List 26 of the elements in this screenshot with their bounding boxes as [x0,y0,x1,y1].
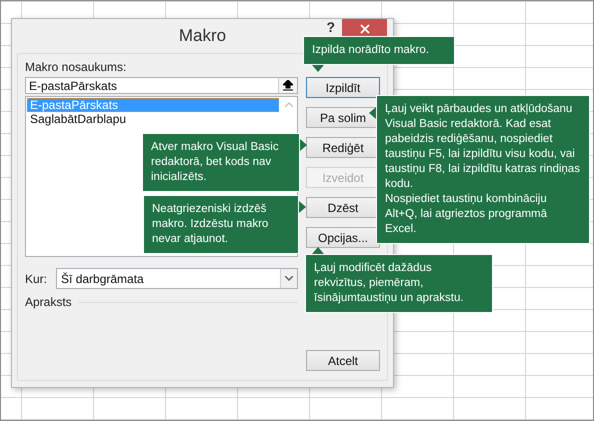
dialog-title: Makro [178,25,226,48]
cancel-button[interactable]: Atcelt [306,350,380,371]
tooltip: Ļauj modificēt dažādus rekvizītus, piemēram, īsinājumtaustiņu un aprakstu. [305,254,493,313]
location-dropdown[interactable]: Šī darbgrāmata [56,268,298,289]
macro-name-field[interactable]: E-pastaPārskats [25,77,298,94]
chevron-down-icon [285,276,293,281]
dialog-button[interactable]: Opcijas... [306,227,380,248]
close-icon [360,24,370,34]
tooltip: Atver makro Visual Basic redaktorā, bet kods nav inicializēts. [142,133,300,192]
collapse-button[interactable] [278,78,297,93]
upload-arrow-icon [283,80,293,91]
tooltip: Izpilda norādīto makro. [303,36,455,65]
field-label: Makro nosaukums: [25,60,128,74]
tooltip-pointer [312,247,324,254]
tooltip-pointer [312,65,324,72]
tooltip-pointer [299,201,306,213]
dialog-button[interactable]: Izpildīt [306,77,380,98]
tooltip-pointer [300,139,307,151]
help-button[interactable]: ? [326,20,335,35]
macro-list-item[interactable]: SaglabātDarblapu [27,112,279,126]
tooltip: Neatgriezeniski izdzēš makro. Izdzēstu makro nevar atjaunot. [143,195,299,254]
section-label: Apraksts [25,294,72,311]
tooltip: Ļauj veikt pārbaudes un atkļūdošanu Visual Basic redaktorā. Kad esat pabeidzis rediģēšanu, nospiediet taustiņu F5, lai izpildītu visu kodu, vai taustiņu F8, lai izpildītu katras rindiņas kodu. Nospiediet taustiņu kombināciju Alt+Q, lai atgrieztos programmā Excel. [376,95,590,244]
tooltip-pointer [369,107,376,119]
field-label: Kur: [25,270,48,288]
chevron-up-icon [284,102,292,107]
